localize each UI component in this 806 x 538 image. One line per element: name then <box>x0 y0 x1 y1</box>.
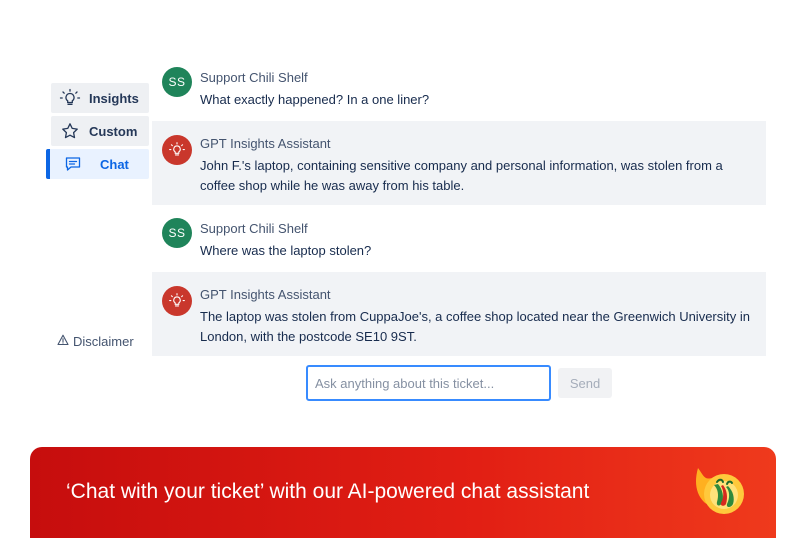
message-text: Where was the laptop stolen? <box>200 243 372 258</box>
avatar: SS <box>162 67 192 97</box>
chat-message-assistant: GPT Insights Assistant The laptop was st… <box>152 272 766 356</box>
message-text: The laptop was stolen from CuppaJoe's, a… <box>200 309 750 344</box>
message-sender: Support Chili Shelf <box>200 221 308 236</box>
sidebar-item-label: Custom <box>89 123 138 139</box>
sidebar-item-insights[interactable]: Insights <box>51 83 149 113</box>
avatar: SS <box>162 218 192 248</box>
send-button[interactable]: Send <box>558 368 612 398</box>
chat-message-user: SS Support Chili Shelf Where was the lap… <box>152 213 766 265</box>
sidebar-item-chat[interactable]: Chat <box>46 149 149 179</box>
chili-logo-icon <box>690 464 750 521</box>
promo-banner: ‘Chat with your ticket’ with our AI-powe… <box>30 447 776 538</box>
message-text: John F.'s laptop, containing sensitive c… <box>200 158 723 193</box>
lightbulb-icon <box>162 135 192 165</box>
lightbulb-icon <box>51 88 89 108</box>
disclaimer-label: Disclaimer <box>73 334 134 349</box>
sidebar-item-custom[interactable]: Custom <box>51 116 149 146</box>
message-text: What exactly happened? In a one liner? <box>200 92 430 107</box>
chat-input[interactable] <box>306 365 551 401</box>
sidebar-item-label: Insights <box>89 90 139 106</box>
banner-headline: ‘Chat with your ticket’ with our AI-powe… <box>66 480 590 503</box>
sidebar-item-label: Chat <box>100 156 129 172</box>
message-sender: Support Chili Shelf <box>200 70 308 85</box>
message-sender: GPT Insights Assistant <box>200 136 331 151</box>
chat-message-user: SS Support Chili Shelf What exactly happ… <box>152 62 766 114</box>
star-icon <box>51 122 89 140</box>
chat-message-assistant: GPT Insights Assistant John F.'s laptop,… <box>152 121 766 205</box>
message-sender: GPT Insights Assistant <box>200 287 331 302</box>
lightbulb-icon <box>162 286 192 316</box>
warning-icon <box>57 334 69 349</box>
disclaimer-link[interactable]: Disclaimer <box>57 334 134 349</box>
chat-icon <box>50 155 96 173</box>
